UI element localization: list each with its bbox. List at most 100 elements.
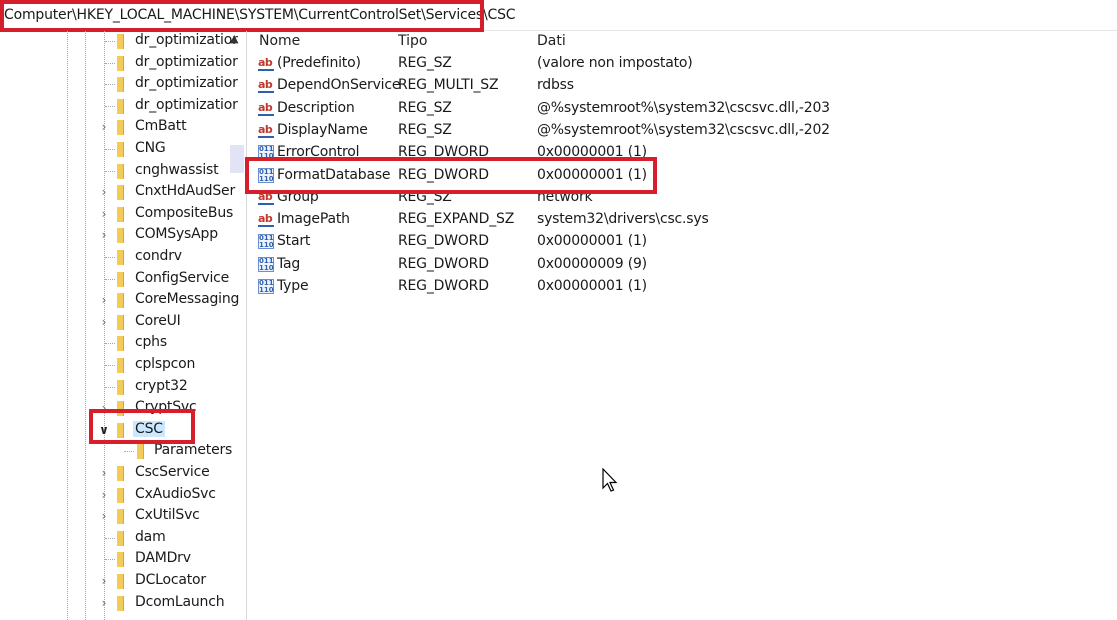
tree-item[interactable]: › CnxtHdAudSer: [0, 182, 246, 203]
folder-icon: [117, 77, 124, 93]
value-data: 0x00000001 (1): [537, 233, 647, 250]
tree-item[interactable]: › CxAudioSvc: [0, 485, 246, 506]
value-row[interactable]: ab ImagePath REG_EXPAND_SZ system32\drivers…: [250, 209, 1110, 231]
tree-item-label: dr_optimizatior: [135, 75, 238, 92]
tree-item[interactable]: ConfigService: [0, 269, 246, 290]
tree-item[interactable]: CNG: [0, 139, 246, 160]
tree-item[interactable]: cnghwassist: [0, 161, 246, 182]
folder-icon: [117, 142, 124, 157]
value-name: Start: [277, 233, 311, 250]
tree-item-label: DcomLaunch: [135, 593, 225, 610]
folder-icon: [117, 574, 124, 589]
tree-item-label: Parameters: [154, 442, 233, 459]
tree-item[interactable]: › CmBatt: [0, 117, 246, 138]
tree-connector: [124, 451, 134, 453]
tree-item[interactable]: › CompositeBus: [0, 204, 246, 225]
string-value-icon: ab: [258, 212, 274, 228]
tree-item-label: CNG: [135, 140, 166, 156]
folder-icon: [137, 444, 144, 460]
chevron-right-icon[interactable]: ›: [98, 292, 110, 308]
tree-item[interactable]: › CxUtilSvc: [0, 506, 246, 527]
tree-scrollbar[interactable]: ▲: [230, 31, 244, 620]
tree-item[interactable]: › DcomLaunch: [0, 593, 246, 614]
tree-item[interactable]: dr_optimizatior: [0, 31, 246, 52]
tree-item[interactable]: Parameters: [0, 441, 246, 462]
tree-connector: [105, 537, 115, 539]
chevron-right-icon[interactable]: ›: [98, 595, 110, 611]
values-list[interactable]: Nome Tipo Dati ab (Predefinito) REG_SZ (val…: [250, 31, 1117, 620]
value-data: 0x00000009 (9): [537, 255, 647, 272]
chevron-right-icon[interactable]: ›: [98, 227, 110, 243]
value-row[interactable]: ab Description REG_SZ @%systemroot%\system3…: [250, 98, 1110, 120]
tree-item[interactable]: › DCLocator: [0, 571, 246, 592]
scroll-up-arrow-icon[interactable]: ▲: [230, 32, 238, 45]
tree-item-label: CompositeBus: [135, 204, 234, 221]
tree-item[interactable]: › CoreUI: [0, 312, 246, 333]
tree-item[interactable]: › CoreMessaging: [0, 290, 246, 311]
folder-icon: [117, 98, 124, 114]
binary-value-icon: 011 110: [258, 256, 274, 272]
value-data: @%systemroot%\system32\cscsvc.dll,-202: [537, 121, 830, 138]
tree-item[interactable]: › CscService: [0, 463, 246, 484]
column-header-data[interactable]: Dati: [537, 33, 566, 49]
registry-tree[interactable]: dr_optimizatior dr_optimizatior dr_optimiz…: [0, 31, 246, 620]
folder-icon: [117, 336, 124, 352]
tree-connector: [105, 149, 115, 150]
tree-item[interactable]: crypt32: [0, 377, 246, 398]
value-row[interactable]: ab DependOnService REG_MULTI_SZ rdbss: [250, 75, 1110, 97]
value-name: DisplayName: [277, 121, 368, 138]
tree-item-label: CmBatt: [135, 118, 187, 135]
tree-item[interactable]: dr_optimizatior: [0, 96, 246, 117]
tree-item-label: DAMDrv: [135, 550, 191, 567]
binary-value-icon: 011 110: [258, 234, 274, 250]
tree-item-label: CoreUI: [135, 312, 181, 329]
tree-connector: [105, 365, 115, 366]
folder-icon: [117, 314, 124, 330]
string-value-icon: ab: [258, 100, 274, 116]
tree-item[interactable]: dr_optimizatior: [0, 53, 246, 74]
tree-item[interactable]: dr_optimizatior: [0, 74, 246, 95]
string-value-icon: ab: [258, 56, 274, 71]
tree-item-label: COMSysApp: [135, 226, 218, 243]
value-data: (valore non impostato): [537, 55, 693, 71]
chevron-right-icon[interactable]: ›: [98, 487, 110, 503]
scrollbar-thumb[interactable]: [230, 145, 244, 173]
pane-splitter[interactable]: [246, 31, 249, 620]
folder-icon: [117, 530, 124, 546]
chevron-right-icon[interactable]: ›: [98, 314, 110, 330]
value-row[interactable]: 011 110 Tag REG_DWORD 0x00000009 (9): [250, 254, 1110, 276]
chevron-right-icon[interactable]: ›: [98, 206, 110, 222]
string-value-icon: ab: [258, 78, 274, 94]
formatdatabase-highlight-box: [245, 157, 657, 194]
tree-item-label: cnghwassist: [135, 161, 219, 178]
value-row[interactable]: ab (Predefinito) REG_SZ (valore non imposta…: [250, 53, 1110, 75]
value-data: @%systemroot%\system32\cscsvc.dll,-203: [537, 99, 830, 116]
chevron-right-icon[interactable]: ›: [98, 465, 110, 481]
tree-item[interactable]: dam: [0, 528, 246, 549]
value-type: REG_SZ: [398, 121, 452, 138]
folder-icon: [117, 271, 124, 287]
tree-item-label: CscService: [135, 464, 210, 480]
tree-item-label: CxAudioSvc: [135, 485, 216, 502]
tree-item-label: CnxtHdAudSer: [135, 183, 236, 200]
value-row[interactable]: ab DisplayName REG_SZ @%systemroot%\system3…: [250, 120, 1110, 142]
column-header-type[interactable]: Tipo: [398, 33, 427, 49]
chevron-right-icon[interactable]: ›: [98, 508, 110, 524]
column-header-name[interactable]: Nome: [259, 33, 300, 49]
chevron-right-icon[interactable]: ›: [98, 119, 110, 135]
address-highlight-box: [0, 0, 484, 32]
tree-connector: [105, 41, 115, 42]
folder-icon: [117, 293, 124, 309]
value-type: REG_DWORD: [398, 255, 489, 272]
tree-item[interactable]: condrv: [0, 247, 246, 268]
chevron-right-icon[interactable]: ›: [98, 573, 110, 589]
tree-item[interactable]: cphs: [0, 333, 246, 354]
tree-item[interactable]: cplspcon: [0, 355, 246, 376]
tree-item[interactable]: › COMSysApp: [0, 225, 246, 246]
value-row[interactable]: 011 110 Start REG_DWORD 0x00000001 (1): [250, 231, 1110, 253]
value-type: REG_EXPAND_SZ: [398, 211, 515, 228]
value-row[interactable]: 011 110 Type REG_DWORD 0x00000001 (1): [250, 276, 1110, 298]
chevron-right-icon[interactable]: ›: [98, 184, 110, 200]
tree-item[interactable]: DAMDrv: [0, 549, 246, 570]
tree-connector: [105, 62, 115, 64]
